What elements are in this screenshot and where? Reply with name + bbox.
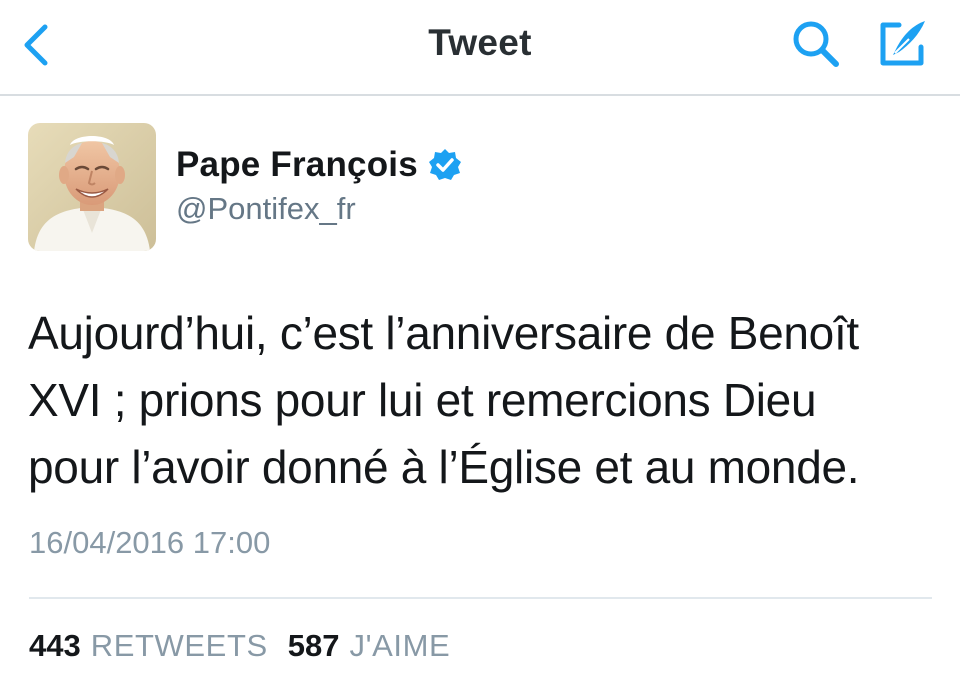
tweet-text: Aujourd’hui, c’est l’anniversaire de Ben… bbox=[28, 300, 933, 501]
divider bbox=[29, 597, 932, 599]
avatar[interactable] bbox=[28, 123, 156, 251]
verified-badge-icon bbox=[428, 148, 462, 182]
tweet-text-line: Aujourd’hui, c’est l’anniversaire de Ben… bbox=[28, 307, 859, 359]
tweet-text-line: XVI ; prions pour lui et remercions Dieu bbox=[28, 374, 817, 426]
retweets-count: 443 bbox=[29, 628, 81, 663]
search-icon bbox=[793, 21, 839, 67]
tweet-text-line: pour l’avoir donné à l’Église et au mond… bbox=[28, 441, 860, 493]
compose-tweet-button[interactable] bbox=[870, 12, 936, 76]
likes-count: 587 bbox=[287, 628, 340, 663]
likes-stat[interactable]: 587 J'AIME bbox=[288, 628, 451, 664]
author-handle[interactable]: @Pontifex_fr bbox=[176, 191, 356, 227]
author-name[interactable]: Pape François bbox=[176, 145, 418, 185]
retweets-stat[interactable]: 443 RETWEETS bbox=[29, 628, 268, 664]
likes-label: J'AIME bbox=[349, 628, 451, 663]
tweet-stats: 443 RETWEETS 587 J'AIME bbox=[29, 628, 450, 664]
tweet-timestamp: 16/04/2016 17:00 bbox=[29, 525, 271, 560]
search-button[interactable] bbox=[786, 14, 846, 74]
retweets-label: RETWEETS bbox=[90, 628, 268, 663]
author-name-row: Pape François bbox=[176, 145, 462, 185]
compose-tweet-icon bbox=[880, 21, 925, 66]
navigation-bar: Tweet bbox=[0, 0, 960, 96]
